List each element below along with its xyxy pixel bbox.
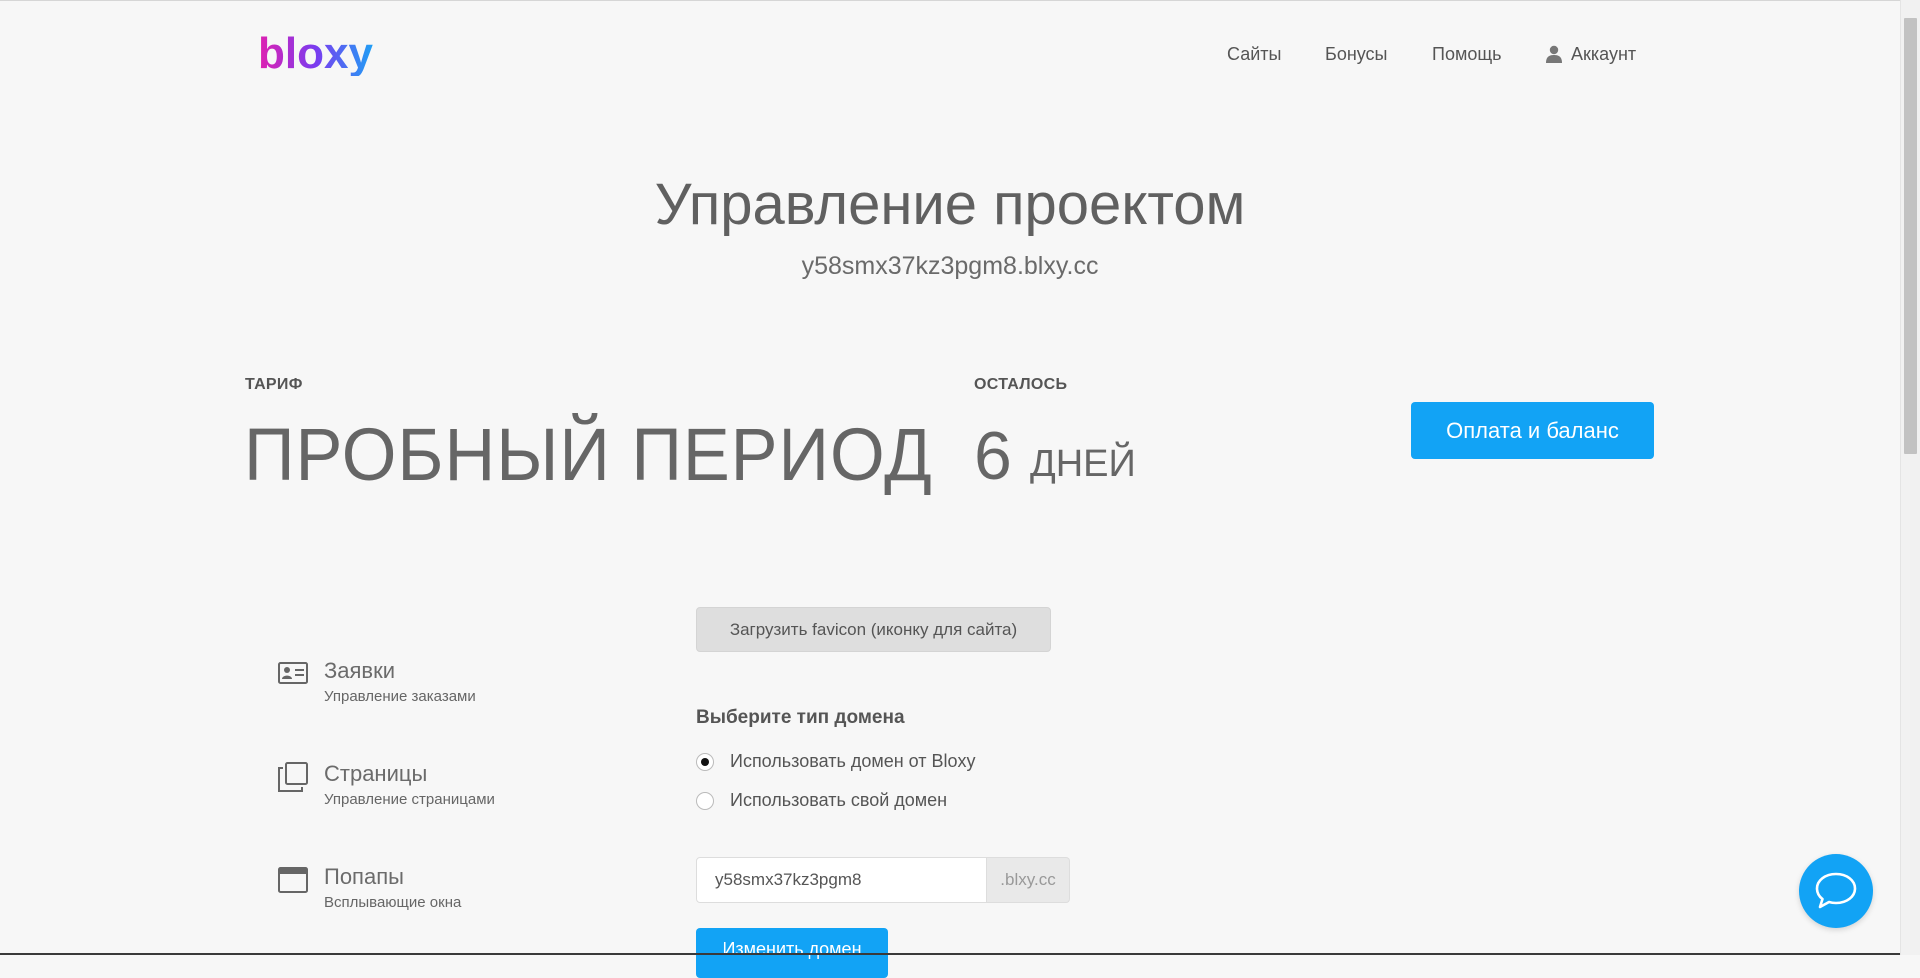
domain-option-custom[interactable]: Использовать свой домен: [696, 790, 947, 811]
subdomain-input[interactable]: [696, 857, 987, 903]
nav-account-label: Аккаунт: [1571, 44, 1637, 64]
sidebar-item-title: Страницы: [324, 761, 428, 786]
contact-card-icon: [278, 662, 308, 684]
tariff-value: ПРОБНЫЙ ПЕРИОД: [244, 413, 933, 496]
bloxy-logo[interactable]: bloxy: [258, 32, 388, 76]
pages-icon: [278, 762, 308, 792]
remaining-label: ОСТАЛОСЬ: [974, 376, 1068, 393]
vertical-scrollbar[interactable]: [1900, 0, 1920, 955]
scrollbar-thumb[interactable]: [1904, 18, 1917, 454]
domain-option-label: Использовать свой домен: [730, 790, 948, 810]
nav-bonuses[interactable]: Бонусы: [1325, 44, 1388, 64]
sidebar-item-orders[interactable]: Заявки Управление заказами: [278, 657, 476, 705]
domain-type-heading: Выберите тип домена: [696, 707, 905, 728]
sidebar-item-title: Заявки: [324, 658, 396, 683]
radio-button[interactable]: [696, 752, 714, 771]
popup-window-icon: [278, 867, 308, 893]
sidebar-item-subtitle: Управление заказами: [324, 688, 476, 705]
sidebar-item-subtitle: Управление страницами: [324, 791, 495, 808]
remaining-days-unit: ДНЕЙ: [1030, 443, 1136, 485]
sidebar-item-pages[interactable]: Страницы Управление страницами: [278, 760, 495, 808]
chat-bubble-icon: [1815, 872, 1857, 909]
payment-balance-button[interactable]: Оплата и баланс: [1411, 402, 1654, 459]
tariff-label: ТАРИФ: [245, 376, 303, 393]
domain-suffix: .blxy.cc: [987, 857, 1070, 903]
nav-account[interactable]: Аккаунт: [1545, 44, 1636, 64]
nav-help[interactable]: Помощь: [1432, 44, 1502, 64]
chat-button[interactable]: [1799, 854, 1873, 928]
nav-sites[interactable]: Сайты: [1227, 44, 1281, 64]
sidebar-item-title: Попапы: [324, 864, 404, 889]
sidebar-item-subtitle: Всплывающие окна: [324, 894, 462, 911]
logo-text: bloxy: [258, 32, 373, 76]
domain-option-label: Использовать домен от Bloxy: [730, 751, 976, 771]
top-border: [0, 0, 1920, 1]
user-icon: [1546, 45, 1562, 63]
radio-button[interactable]: [696, 791, 714, 810]
page-title: Управление проектом: [654, 172, 1246, 237]
upload-favicon-button[interactable]: Загрузить favicon (иконку для сайта): [696, 607, 1051, 652]
domain-option-bloxy[interactable]: Использовать домен от Bloxy: [696, 751, 976, 772]
sidebar-item-popups[interactable]: Попапы Всплывающие окна: [278, 863, 461, 911]
remaining-days-number: 6: [974, 418, 1012, 494]
project-domain: y58smx37kz3pgm8.blxy.cc: [801, 252, 1099, 280]
